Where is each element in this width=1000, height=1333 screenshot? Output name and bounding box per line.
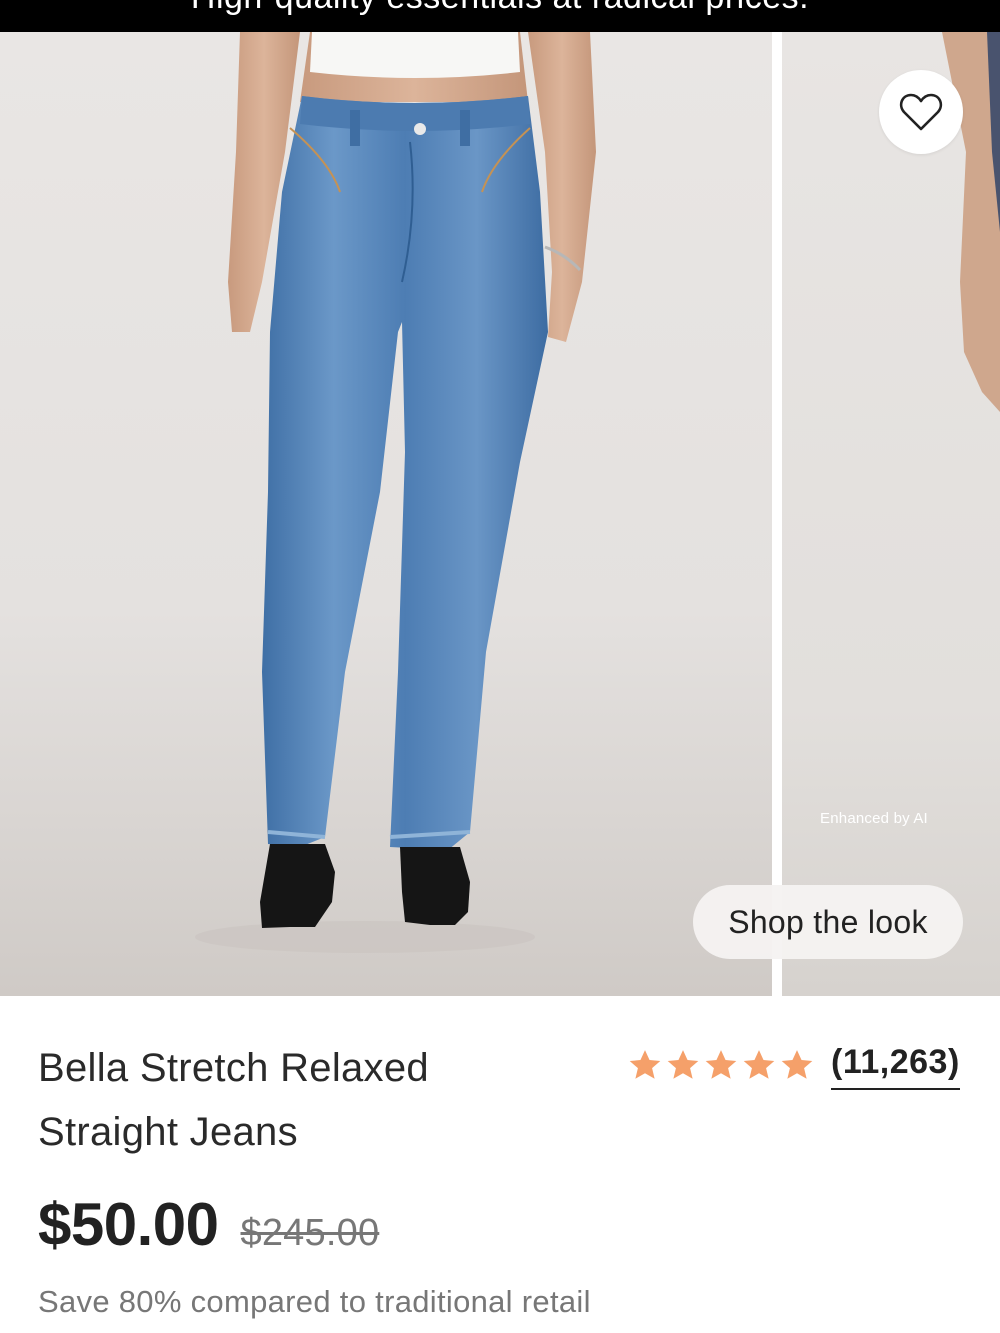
star-icon	[629, 1050, 661, 1079]
rating-stars	[627, 1048, 815, 1082]
product-gallery[interactable]: Enhanced by AI Shop the look	[0, 32, 1000, 996]
next-product-photo[interactable]	[782, 32, 1000, 996]
product-title-line-1: Bella Stretch Relaxed	[38, 1046, 429, 1090]
model-jeans-illustration	[195, 32, 596, 953]
promo-text: High-quality essentials at radical price…	[0, 0, 1000, 17]
savings-note: Save 80% compared to traditional retail	[38, 1284, 591, 1319]
star-icon	[743, 1050, 775, 1079]
enhanced-by-ai-badge: Enhanced by AI	[820, 810, 928, 827]
star-icon	[667, 1050, 699, 1079]
current-price: $50.00	[38, 1191, 219, 1258]
star-icon	[705, 1050, 737, 1079]
price-row: $50.00 $245.00	[38, 1190, 379, 1259]
favorite-button[interactable]	[879, 70, 963, 154]
product-title-line-2: Straight Jeans	[38, 1110, 298, 1154]
heart-outline-icon	[899, 93, 943, 131]
product-rating[interactable]: (11,263)	[627, 1040, 960, 1090]
review-count-link[interactable]: (11,263)	[831, 1040, 960, 1090]
star-icon	[781, 1050, 813, 1079]
original-price: $245.00	[240, 1212, 380, 1254]
product-title: Bella Stretch Relaxed Straight Jeans	[38, 1036, 578, 1164]
product-photo[interactable]	[0, 32, 772, 996]
shop-the-look-button[interactable]: Shop the look	[693, 885, 963, 959]
next-model-illustration	[942, 32, 1000, 412]
promo-banner: High-quality essentials at radical price…	[0, 0, 1000, 32]
